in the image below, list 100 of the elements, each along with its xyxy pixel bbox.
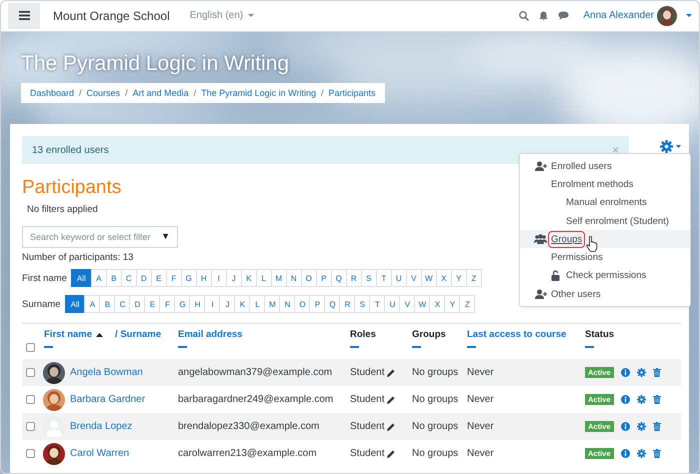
initial-button[interactable]: S: [354, 295, 370, 313]
initial-button[interactable]: A: [90, 269, 107, 287]
initial-button[interactable]: O: [294, 295, 310, 313]
site-name[interactable]: Mount Orange School: [53, 8, 170, 22]
column-header[interactable]: Last access to course: [467, 329, 585, 340]
initial-button[interactable]: E: [150, 269, 167, 287]
menu-item[interactable]: Permissions: [520, 248, 690, 267]
initial-button[interactable]: G: [180, 269, 197, 287]
initial-button[interactable]: L: [256, 269, 272, 287]
row-checkbox[interactable]: [26, 368, 35, 377]
breadcrumb-link[interactable]: Art and Media: [132, 88, 189, 98]
initial-button[interactable]: N: [279, 295, 296, 313]
initial-button[interactable]: Q: [330, 269, 347, 287]
pencil-icon[interactable]: [387, 396, 396, 404]
initial-button[interactable]: S: [360, 269, 377, 287]
initial-button[interactable]: M: [270, 269, 287, 287]
select-all-checkbox[interactable]: [26, 343, 35, 352]
pencil-icon[interactable]: [387, 422, 396, 430]
initial-button[interactable]: H: [196, 269, 212, 287]
user-link[interactable]: Brenda Lopez: [70, 421, 132, 432]
initial-button[interactable]: G: [174, 295, 190, 313]
bell-icon[interactable]: [539, 10, 548, 20]
initial-button[interactable]: Y: [450, 269, 467, 287]
settings-icon[interactable]: [636, 368, 646, 377]
initial-button[interactable]: F: [166, 269, 182, 287]
initial-button[interactable]: J: [226, 269, 242, 287]
initial-button[interactable]: K: [240, 269, 257, 287]
breadcrumb-link[interactable]: The Pyramid Logic in Writing: [201, 88, 316, 98]
initial-button[interactable]: W: [420, 269, 437, 287]
initial-button[interactable]: All: [64, 295, 86, 313]
settings-icon[interactable]: [636, 449, 646, 458]
trash-icon[interactable]: [652, 422, 661, 431]
initial-button[interactable]: V: [406, 269, 422, 287]
initial-button[interactable]: X: [429, 295, 446, 313]
breadcrumb-link[interactable]: Dashboard: [30, 88, 74, 98]
initial-button[interactable]: U: [390, 269, 407, 287]
initial-button[interactable]: L: [249, 295, 266, 313]
row-checkbox[interactable]: [26, 449, 35, 458]
breadcrumb-link[interactable]: Participants: [328, 88, 376, 98]
initial-button[interactable]: P: [316, 269, 332, 287]
settings-icon[interactable]: [636, 395, 646, 404]
dropdown-caret[interactable]: ▼: [161, 231, 170, 241]
info-icon[interactable]: [620, 422, 630, 431]
user-link[interactable]: Angela Bowman: [70, 367, 143, 378]
initial-button[interactable]: M: [264, 295, 280, 313]
initial-button[interactable]: D: [136, 269, 152, 287]
initial-button[interactable]: Z: [466, 269, 482, 287]
menu-item[interactable]: Self enrolment (Student): [520, 212, 690, 230]
caret-icon[interactable]: [686, 14, 692, 17]
initial-button[interactable]: C: [120, 269, 137, 287]
info-icon[interactable]: [620, 395, 630, 404]
initial-button[interactable]: A: [84, 295, 100, 313]
column-header[interactable]: Email address: [178, 329, 350, 340]
initial-button[interactable]: K: [234, 295, 250, 313]
initial-button[interactable]: I: [204, 295, 220, 313]
info-icon[interactable]: [620, 368, 630, 377]
initial-button[interactable]: N: [286, 269, 302, 287]
breadcrumb-link[interactable]: Courses: [86, 88, 120, 98]
trash-icon[interactable]: [652, 395, 661, 404]
initial-button[interactable]: Q: [324, 295, 340, 313]
initial-button[interactable]: J: [219, 295, 236, 313]
column-header[interactable]: First name: [44, 329, 104, 340]
initial-button[interactable]: R: [339, 295, 356, 313]
initial-button[interactable]: F: [159, 295, 176, 313]
info-icon[interactable]: [620, 449, 630, 458]
settings-icon[interactable]: [660, 140, 673, 153]
menu-item[interactable]: Other users: [520, 285, 690, 304]
user-link[interactable]: Barbara Gardner: [70, 394, 146, 405]
initial-button[interactable]: E: [144, 295, 160, 313]
settings-icon[interactable]: [636, 422, 646, 431]
initial-button[interactable]: W: [414, 295, 430, 313]
initial-button[interactable]: T: [376, 269, 392, 287]
initial-button[interactable]: All: [70, 269, 92, 287]
menu-item[interactable]: Enrolment methods: [520, 175, 690, 194]
column-header[interactable]: / Surname: [115, 329, 161, 340]
search-icon[interactable]: [519, 10, 530, 20]
initial-button[interactable]: B: [99, 295, 116, 313]
initial-button[interactable]: O: [300, 269, 317, 287]
initial-button[interactable]: Y: [444, 295, 460, 313]
initial-button[interactable]: V: [399, 295, 416, 313]
user-name[interactable]: Anna Alexander: [583, 10, 654, 21]
user-link[interactable]: Carol Warren: [70, 448, 130, 459]
initial-button[interactable]: C: [114, 295, 130, 313]
pencil-icon[interactable]: [387, 368, 396, 376]
menu-item[interactable]: Enrolled users: [520, 157, 690, 176]
initial-button[interactable]: I: [210, 269, 227, 287]
menu-item[interactable]: Manual enrolments: [520, 194, 690, 212]
initial-button[interactable]: U: [384, 295, 400, 313]
trash-icon[interactable]: [652, 368, 661, 377]
menu-item[interactable]: Check permissions: [520, 266, 690, 286]
trash-icon[interactable]: [652, 449, 661, 458]
language-menu[interactable]: English (en): [190, 10, 254, 21]
initial-button[interactable]: X: [436, 269, 452, 287]
chat-icon[interactable]: [558, 11, 570, 20]
caret-icon[interactable]: [676, 145, 681, 148]
row-checkbox[interactable]: [26, 422, 35, 431]
menu-item[interactable]: Groups: [520, 230, 690, 248]
initial-button[interactable]: P: [309, 295, 326, 313]
pencil-icon[interactable]: [387, 450, 396, 458]
row-checkbox[interactable]: [26, 395, 35, 404]
